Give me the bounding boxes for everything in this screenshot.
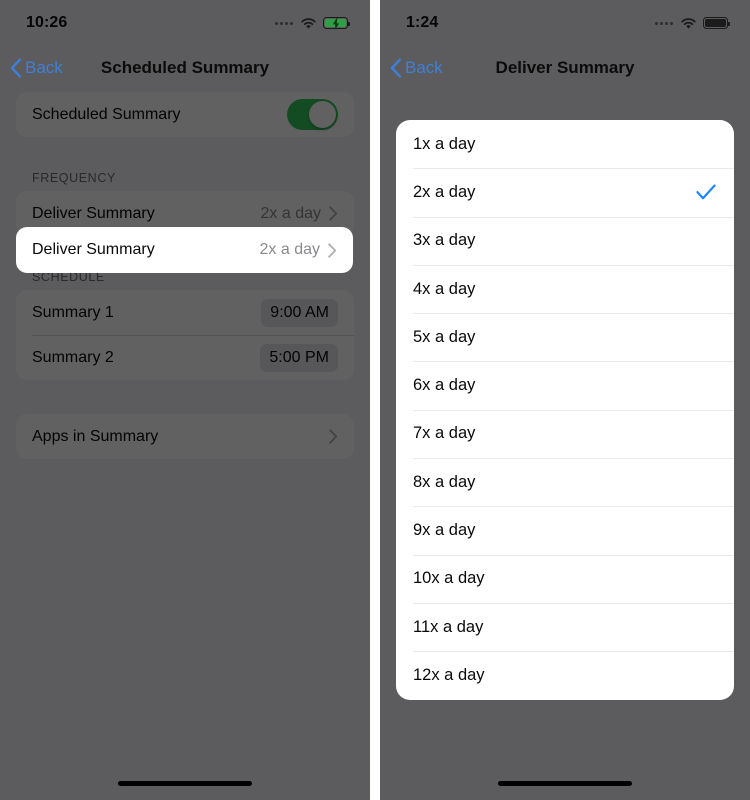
picker-option-label: 8x a day <box>413 472 476 491</box>
settings-screen: Scheduled Summary FREQUENCY Deliver Summ… <box>0 0 370 800</box>
row-apps-in-summary[interactable]: Apps in Summary <box>16 414 354 459</box>
picker-option[interactable]: 2x a day <box>396 168 734 216</box>
row-value-deliver-summary: 2x a day <box>260 204 321 222</box>
wifi-icon <box>301 17 316 29</box>
section-header-schedule: SCHEDULE <box>32 270 105 284</box>
picker-option[interactable]: 1x a day <box>396 120 734 168</box>
status-bar-indicators <box>275 17 350 30</box>
phone-screen-right: 1:24 Back Deliver Summary 1x a day 2x a … <box>380 0 750 800</box>
highlighted-row-label: Deliver Summary <box>32 241 155 258</box>
row-scheduled-summary[interactable]: Scheduled Summary <box>16 92 354 137</box>
chevron-right-icon <box>328 242 337 258</box>
time-chip-summary-1[interactable]: 9:00 AM <box>261 298 338 327</box>
picker-option-label: 7x a day <box>413 424 476 443</box>
status-bar-clock: 1:24 <box>406 14 439 31</box>
schedule-group: Summary 1 9:00 AM Summary 2 5:00 PM <box>16 290 354 380</box>
picker-option[interactable]: 6x a day <box>396 361 734 409</box>
row-label-scheduled-summary: Scheduled Summary <box>32 105 181 123</box>
picker-option[interactable]: 9x a day <box>396 506 734 554</box>
picker-option[interactable]: 3x a day <box>396 216 734 265</box>
row-label-deliver-summary: Deliver Summary <box>32 204 155 222</box>
nav-bar-right: Back Deliver Summary <box>380 44 750 92</box>
battery-full-icon <box>703 17 730 29</box>
home-indicator-left[interactable] <box>118 781 252 786</box>
picker-option[interactable]: 4x a day <box>396 264 734 313</box>
deliver-summary-screen: 1:24 Back Deliver Summary 1x a day 2x a … <box>380 0 750 800</box>
picker-option-label: 9x a day <box>413 521 476 540</box>
screenshot-stage: Scheduled Summary FREQUENCY Deliver Summ… <box>0 0 750 800</box>
time-chip-summary-2[interactable]: 5:00 PM <box>260 343 338 372</box>
picker-option-label: 12x a day <box>413 665 485 684</box>
page-title: Deliver Summary <box>495 58 635 77</box>
picker-option-label: 2x a day <box>413 182 476 201</box>
checkmark-icon <box>696 184 716 200</box>
row-label-apps-in-summary: Apps in Summary <box>32 427 159 445</box>
status-bar-right: 1:24 <box>380 0 750 44</box>
picker-option[interactable]: 7x a day <box>396 409 734 458</box>
row-summary-1[interactable]: Summary 1 9:00 AM <box>16 290 354 335</box>
picker-option-label: 5x a day <box>413 327 476 346</box>
settings-content: Scheduled Summary FREQUENCY Deliver Summ… <box>0 92 370 800</box>
status-bar-clock: 10:26 <box>26 14 68 31</box>
toggle-knob <box>309 101 336 128</box>
scheduled-summary-toggle-group: Scheduled Summary <box>16 92 354 137</box>
nav-bar-left: Back Scheduled Summary <box>0 44 370 92</box>
section-header-frequency: FREQUENCY <box>32 171 116 185</box>
cellular-dots-icon <box>655 21 673 25</box>
picker-option-label: 1x a day <box>413 134 476 153</box>
highlighted-row-value: 2x a day <box>259 241 320 258</box>
chevron-right-icon <box>329 206 338 221</box>
picker-option-label: 11x a day <box>413 617 484 636</box>
charging-bolt-icon <box>332 18 340 30</box>
picker-option[interactable]: 10x a day <box>396 554 734 603</box>
highlighted-row-accessory: 2x a day <box>260 241 337 259</box>
picker-option[interactable]: 8x a day <box>396 458 734 506</box>
picker-option-label: 10x a day <box>413 569 485 588</box>
picker-option[interactable]: 12x a day <box>396 651 734 699</box>
picker-option-label: 3x a day <box>413 231 476 250</box>
home-indicator-right[interactable] <box>498 781 632 786</box>
cellular-dots-icon <box>275 21 293 25</box>
row-summary-2[interactable]: Summary 2 5:00 PM <box>16 335 354 380</box>
status-bar-left: 10:26 <box>0 0 370 44</box>
battery-charging-icon <box>323 17 350 30</box>
scheduled-summary-toggle[interactable] <box>287 99 338 130</box>
frequency-picker-card: 1x a day 2x a day 3x a day 4x a day 5x a day… <box>396 120 734 700</box>
row-label-summary-1: Summary 1 <box>32 303 114 321</box>
page-title: Scheduled Summary <box>100 58 270 77</box>
highlighted-row-deliver-summary[interactable]: Deliver Summary 2x a day <box>16 227 353 273</box>
row-accessory: 2x a day <box>261 205 338 223</box>
row-label-summary-2: Summary 2 <box>32 348 114 366</box>
wifi-icon <box>681 17 696 29</box>
phone-screen-left: Scheduled Summary FREQUENCY Deliver Summ… <box>0 0 370 800</box>
apps-in-summary-group: Apps in Summary <box>16 414 354 459</box>
picker-option-label: 4x a day <box>413 279 476 298</box>
chevron-right-icon <box>329 429 338 444</box>
picker-option[interactable]: 11x a day <box>396 602 734 651</box>
status-bar-indicators <box>655 17 730 30</box>
picker-option-label: 6x a day <box>413 376 476 395</box>
picker-option[interactable]: 5x a day <box>396 313 734 361</box>
